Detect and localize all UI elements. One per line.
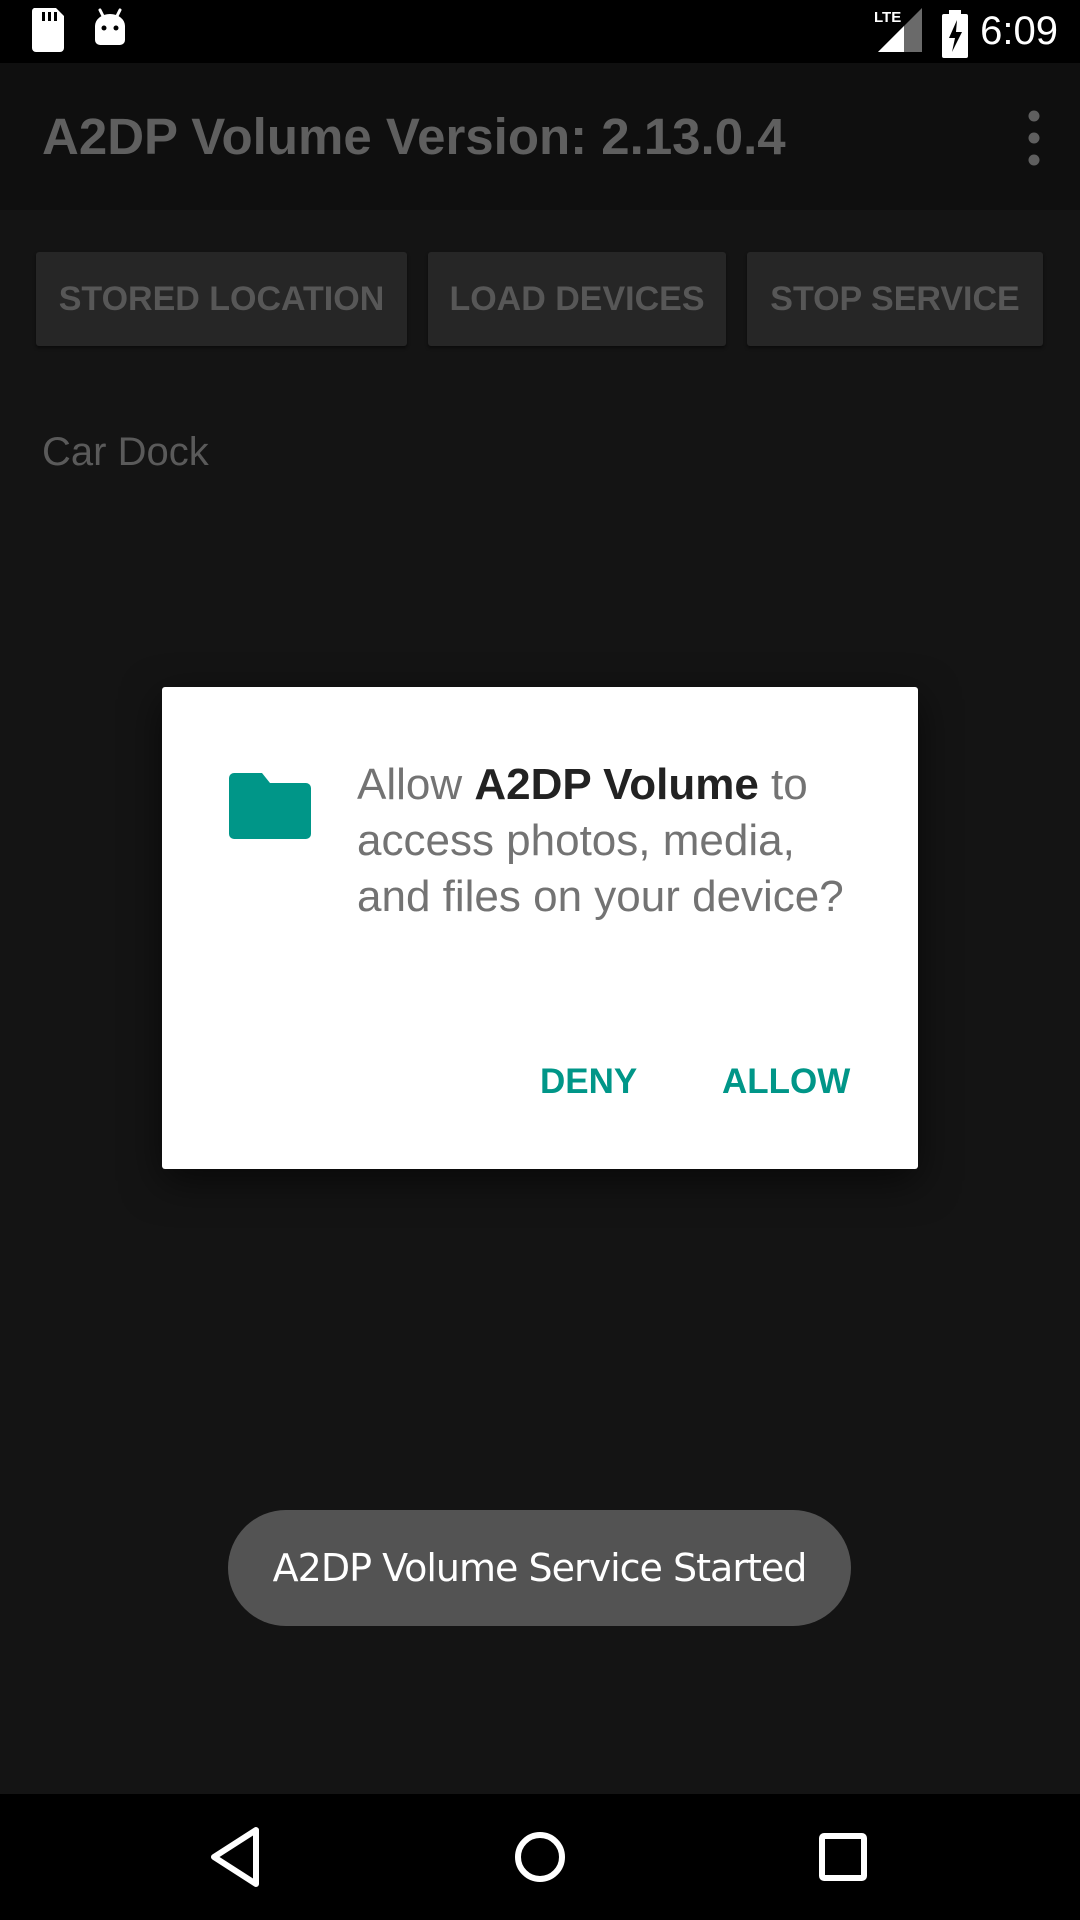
stored-location-button[interactable]: STORED LOCATION [36, 252, 407, 346]
allow-button[interactable]: ALLOW [722, 1052, 850, 1112]
sd-card-icon [31, 8, 64, 52]
load-devices-button[interactable]: LOAD DEVICES [428, 252, 726, 346]
recent-apps-icon[interactable] [808, 1822, 878, 1892]
permission-dialog: Allow A2DP Volume to access photos, medi… [162, 687, 918, 1169]
dialog-message: Allow A2DP Volume to access photos, medi… [357, 757, 857, 925]
back-icon[interactable] [202, 1822, 272, 1892]
home-icon[interactable] [505, 1822, 575, 1892]
lte-signal-icon: LTE [874, 8, 922, 52]
deny-button[interactable]: DENY [540, 1052, 637, 1112]
dialog-app-name: A2DP Volume [474, 760, 759, 809]
status-bar: LTE 6:09 [0, 0, 1080, 63]
battery-charging-icon [942, 10, 968, 58]
app-bar: A2DP Volume Version: 2.13.0.4 [0, 63, 1080, 210]
dialog-message-prefix: Allow [357, 760, 475, 809]
android-icon [95, 8, 125, 45]
status-time: 6:09 [980, 9, 1058, 53]
app-title: A2DP Volume Version: 2.13.0.4 [42, 108, 786, 165]
navigation-bar [0, 1794, 1080, 1920]
device-list-item[interactable]: Car Dock [42, 424, 209, 480]
stop-service-button[interactable]: STOP SERVICE [747, 252, 1043, 346]
folder-icon [229, 773, 311, 839]
overflow-menu-icon[interactable] [1010, 103, 1058, 173]
toast-message: A2DP Volume Service Started [228, 1510, 851, 1626]
network-label: LTE [874, 9, 901, 26]
